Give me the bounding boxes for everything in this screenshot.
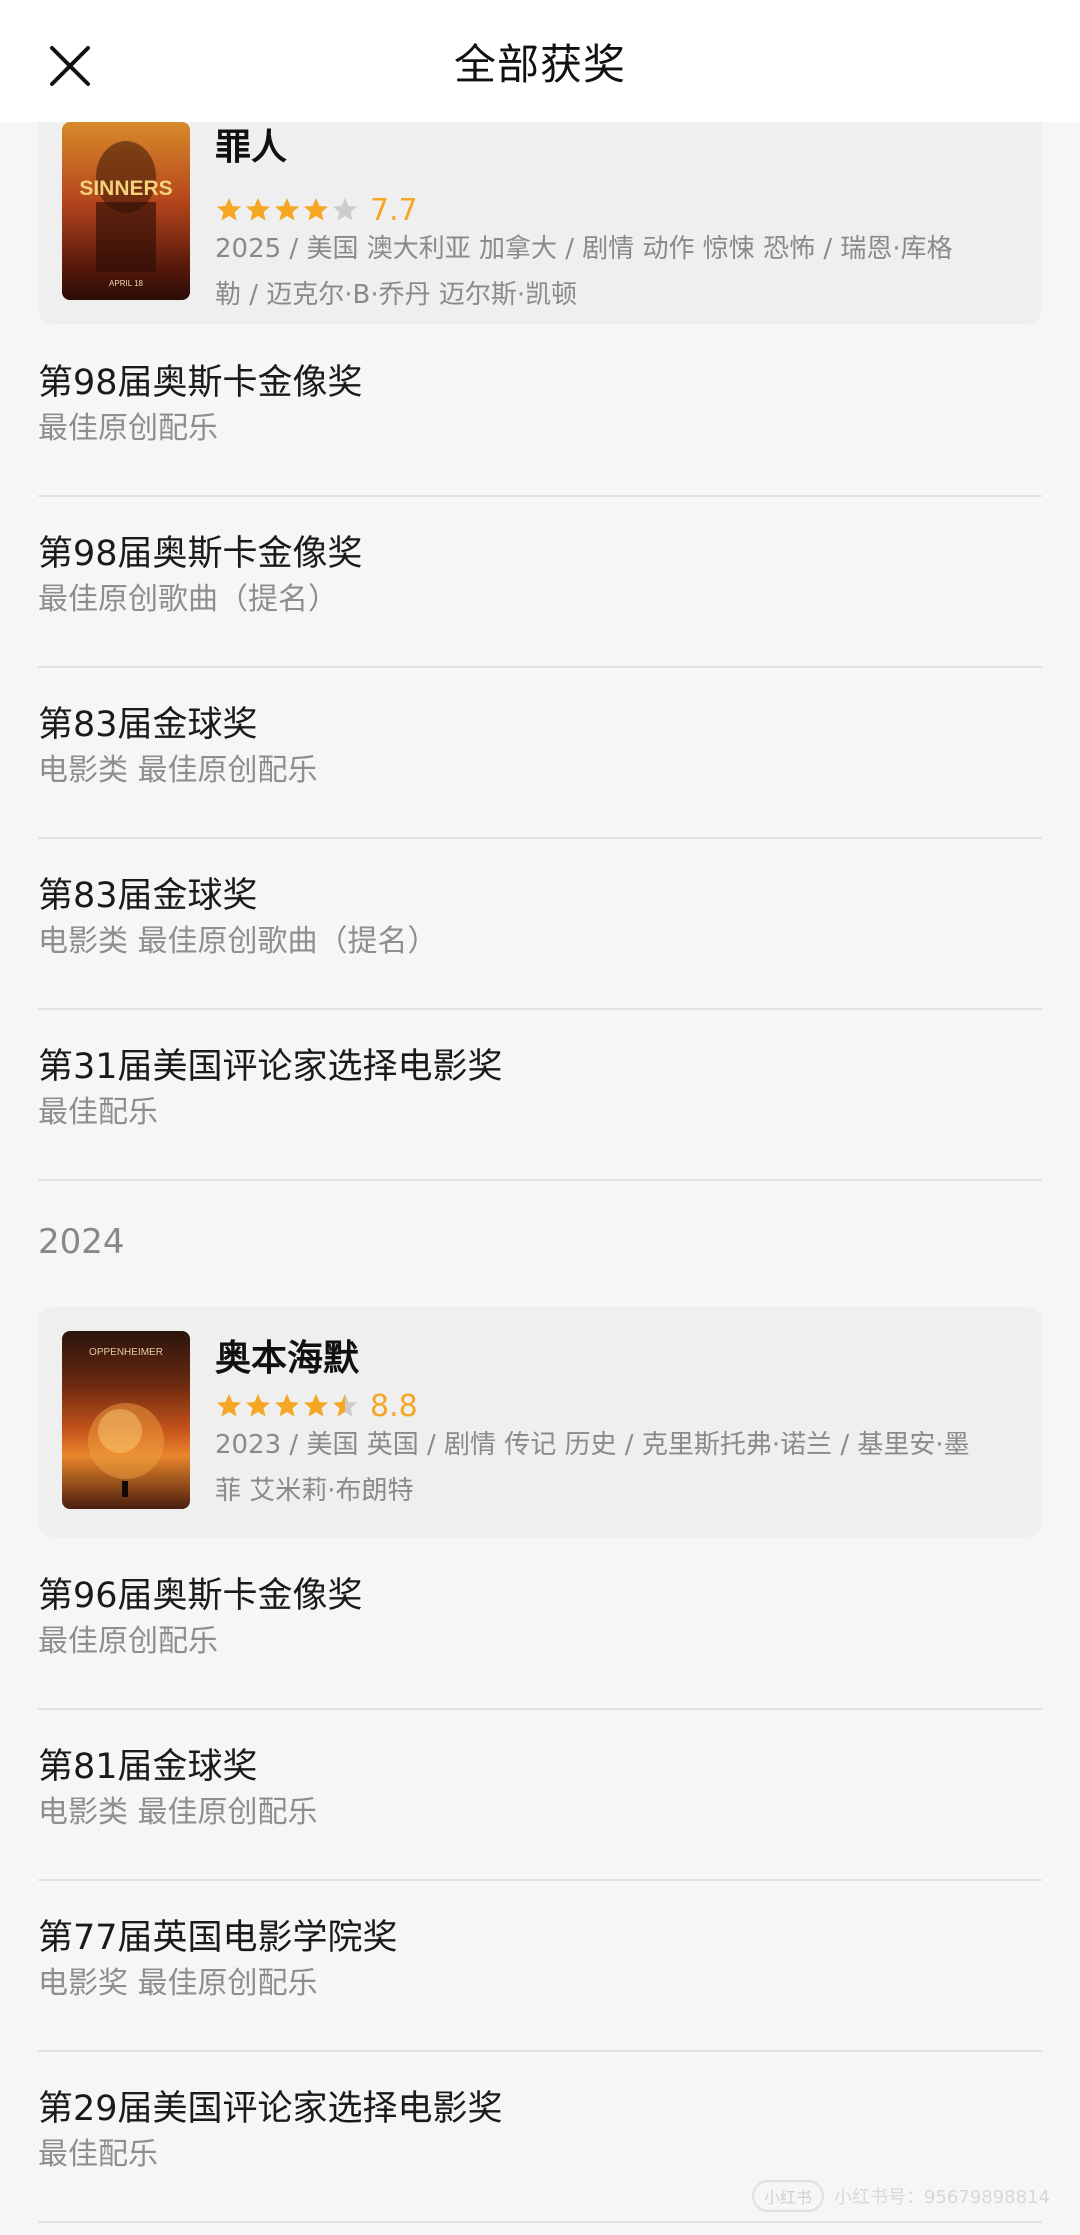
star-icon — [333, 198, 357, 221]
star-icon — [246, 1394, 270, 1417]
award-category: 最佳原创配乐 — [38, 411, 218, 446]
award-name: 第96届奥斯卡金像奖 — [38, 1576, 363, 1616]
star-icon — [275, 1394, 299, 1417]
award-name: 第98届奥斯卡金像奖 — [38, 363, 363, 403]
star-icon — [217, 198, 241, 221]
watermark-badge: 小红书 — [752, 2180, 825, 2212]
award-item[interactable]: 第83届金球奖 电影类 最佳原创配乐 — [38, 701, 1042, 793]
award-name: 第29届美国评论家选择电影奖 — [38, 2089, 503, 2129]
star-rating — [215, 196, 360, 224]
poster-title: SINNERS — [79, 177, 172, 200]
award-item[interactable]: 第29届美国评论家选择电影奖 最佳配乐 — [38, 2085, 1042, 2177]
award-category: 电影奖 最佳原创配乐 — [38, 1966, 318, 2001]
star-icon — [304, 198, 328, 221]
film-title: 奥本海默 — [215, 1338, 360, 1379]
award-name: 第83届金球奖 — [38, 705, 258, 745]
divider — [38, 1179, 1042, 1181]
award-name: 第83届金球奖 — [38, 876, 258, 916]
rating-row: 7.7 — [215, 192, 418, 228]
poster-title: OPPENHEIMER — [89, 1347, 163, 1358]
divider — [38, 2221, 1042, 2223]
award-category: 最佳原创歌曲（提名） — [38, 582, 338, 617]
watermark-text: 小红书号：95679898814 — [834, 2187, 1050, 2208]
award-item[interactable]: 第77届英国电影学院奖 电影奖 最佳原创配乐 — [38, 1914, 1042, 2006]
award-category: 最佳配乐 — [38, 2137, 158, 2172]
divider — [38, 666, 1042, 668]
film-meta-line1: 2023 / 美国 英国 / 剧情 传记 历史 / 克里斯托弗·诺兰 / 基里安… — [215, 1430, 970, 1460]
star-icon — [246, 198, 270, 221]
award-category: 电影类 最佳原创歌曲（提名） — [38, 924, 438, 959]
award-name: 第98届奥斯卡金像奖 — [38, 534, 363, 574]
divider — [38, 1879, 1042, 1881]
award-item[interactable]: 第98届奥斯卡金像奖 最佳原创配乐 — [38, 359, 1042, 451]
top-bar: 全部获奖 — [0, 0, 1080, 122]
award-item[interactable]: 第83届金球奖 电影类 最佳原创歌曲（提名） — [38, 872, 1042, 964]
star-rating — [215, 1392, 360, 1420]
film-card-sinners[interactable]: SINNERS APRIL 18 罪人 7.7 2025 / 美国 澳大利亚 加… — [38, 92, 1042, 324]
poster-oppenheimer: OPPENHEIMER — [62, 1331, 190, 1509]
star-icon — [217, 1394, 241, 1417]
poster-sinners: SINNERS APRIL 18 — [62, 122, 190, 300]
star-icon — [333, 1394, 357, 1417]
award-item[interactable]: 第98届奥斯卡金像奖 最佳原创歌曲（提名） — [38, 530, 1042, 622]
award-item[interactable]: 第96届奥斯卡金像奖 最佳原创配乐 — [38, 1572, 1042, 1664]
award-name: 第31届美国评论家选择电影奖 — [38, 1047, 503, 1087]
award-category: 最佳配乐 — [38, 1095, 158, 1130]
close-icon[interactable] — [48, 44, 92, 88]
film-meta-line2: 菲 艾米莉·布朗特 — [215, 1476, 414, 1506]
divider — [38, 2050, 1042, 2052]
divider — [38, 1008, 1042, 1010]
award-category: 电影类 最佳原创配乐 — [38, 1795, 318, 1830]
page-title: 全部获奖 — [453, 39, 626, 89]
divider — [38, 495, 1042, 497]
year-heading: 2024 — [38, 1222, 125, 1262]
watermark: 小红书 小红书号：95679898814 — [752, 2180, 1050, 2212]
film-meta: 2025 / 美国 澳大利亚 加拿大 / 剧情 动作 惊悚 恐怖 / 瑞恩·库格… — [215, 226, 1060, 318]
star-icon — [304, 1394, 328, 1417]
film-meta-line2: 勒 / 迈克尔·B·乔丹 迈尔斯·凯顿 — [215, 280, 578, 310]
award-item[interactable]: 第81届金球奖 电影类 最佳原创配乐 — [38, 1743, 1042, 1835]
film-card-oppenheimer[interactable]: OPPENHEIMER 奥本海默 8.8 2023 / 美国 英国 / 剧情 传… — [38, 1307, 1042, 1537]
divider — [38, 837, 1042, 839]
award-category: 电影类 最佳原创配乐 — [38, 753, 318, 788]
film-title: 罪人 — [215, 127, 288, 168]
award-name: 第81届金球奖 — [38, 1747, 258, 1787]
rating-row: 8.8 — [215, 1388, 418, 1424]
award-category: 最佳原创配乐 — [38, 1624, 218, 1659]
star-icon — [275, 198, 299, 221]
award-name: 第77届英国电影学院奖 — [38, 1918, 398, 1958]
divider — [38, 1708, 1042, 1710]
rating-score: 7.7 — [370, 192, 418, 228]
film-meta-line1: 2025 / 美国 澳大利亚 加拿大 / 剧情 动作 惊悚 恐怖 / 瑞恩·库格 — [215, 234, 953, 264]
film-meta: 2023 / 美国 英国 / 剧情 传记 历史 / 克里斯托弗·诺兰 / 基里安… — [215, 1422, 1060, 1514]
close-button[interactable] — [40, 36, 100, 96]
rating-score: 8.8 — [370, 1388, 418, 1424]
award-item[interactable]: 第31届美国评论家选择电影奖 最佳配乐 — [38, 1043, 1042, 1135]
poster-date: APRIL 18 — [109, 279, 143, 288]
